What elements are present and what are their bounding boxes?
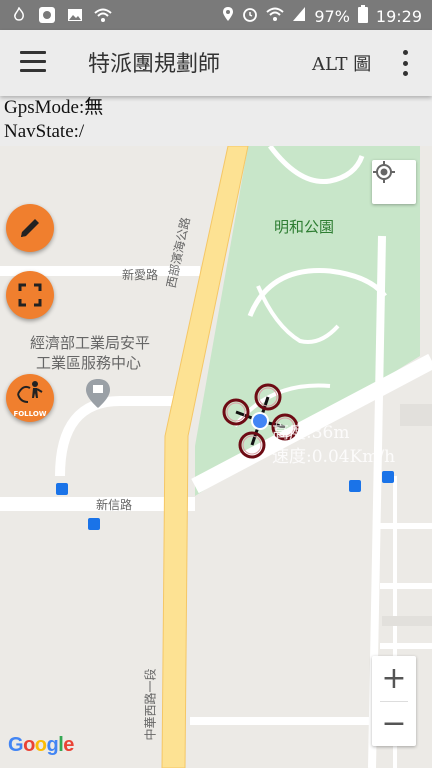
map-view[interactable]: 明和公園 西部濱海公路 新愛路 新信路 中華西路一段 經濟部工業局安平 工業區服…: [0, 146, 432, 768]
follow-label: FOLLOW: [13, 410, 47, 418]
poi-label-line2: 工業區服務中心: [36, 354, 142, 372]
drone-altitude-text: 高度:36m: [272, 423, 350, 443]
pencil-icon: [21, 219, 39, 237]
clock: 19:29: [375, 6, 422, 26]
road-label-xinxin: 新信路: [96, 498, 133, 512]
battery-percent: 97%: [314, 6, 350, 26]
status-icons-right: 97% 19:29: [222, 5, 422, 27]
wifi-icon: [94, 6, 112, 24]
zoom-out-button[interactable]: −: [372, 701, 416, 746]
app-title: 特派團規劃師: [88, 52, 221, 77]
menu-icon[interactable]: [20, 51, 46, 75]
wifi-icon: [266, 6, 284, 26]
alarm-icon: [242, 6, 258, 26]
edit-button[interactable]: [6, 204, 54, 252]
signal-icon: [292, 6, 306, 26]
status-icons-left: [10, 6, 112, 24]
location-icon: [222, 6, 234, 26]
zoom-controls: + −: [372, 656, 416, 746]
image-icon: [66, 6, 84, 24]
crosshair-icon: [373, 161, 395, 183]
app-badge-icon: [38, 6, 56, 24]
follow-button[interactable]: FOLLOW: [6, 374, 54, 422]
follow-person-icon: [17, 381, 43, 403]
battery-icon: [357, 5, 368, 27]
my-location-dot: [251, 412, 269, 430]
gps-mode-text: GpsMode:無: [4, 97, 104, 118]
drone-speed-text: 速度:0.04Km/h: [272, 447, 396, 467]
app-bar: 特派團規劃師 ALT 圖: [0, 30, 432, 96]
road-label-zhonghua: 中華西路一段: [143, 668, 158, 741]
poi-label-line1: 經濟部工業局安平: [30, 334, 151, 352]
status-info-panel: GpsMode:無 NavState:/: [0, 96, 432, 146]
park-label: 明和公園: [274, 218, 335, 236]
fire-icon: [10, 6, 28, 24]
my-location-button[interactable]: [372, 160, 416, 204]
fullscreen-button[interactable]: [6, 271, 54, 319]
nav-state-text: NavState:/: [4, 121, 85, 142]
zoom-in-button[interactable]: +: [372, 656, 416, 701]
fullscreen-icon: [18, 283, 42, 307]
road-label-xinai: 新愛路: [122, 268, 159, 282]
alt-map-button[interactable]: ALT 圖: [312, 50, 371, 76]
status-bar: 97% 19:29: [0, 0, 432, 30]
more-options-icon[interactable]: [398, 50, 412, 76]
google-logo: Google: [8, 734, 74, 756]
